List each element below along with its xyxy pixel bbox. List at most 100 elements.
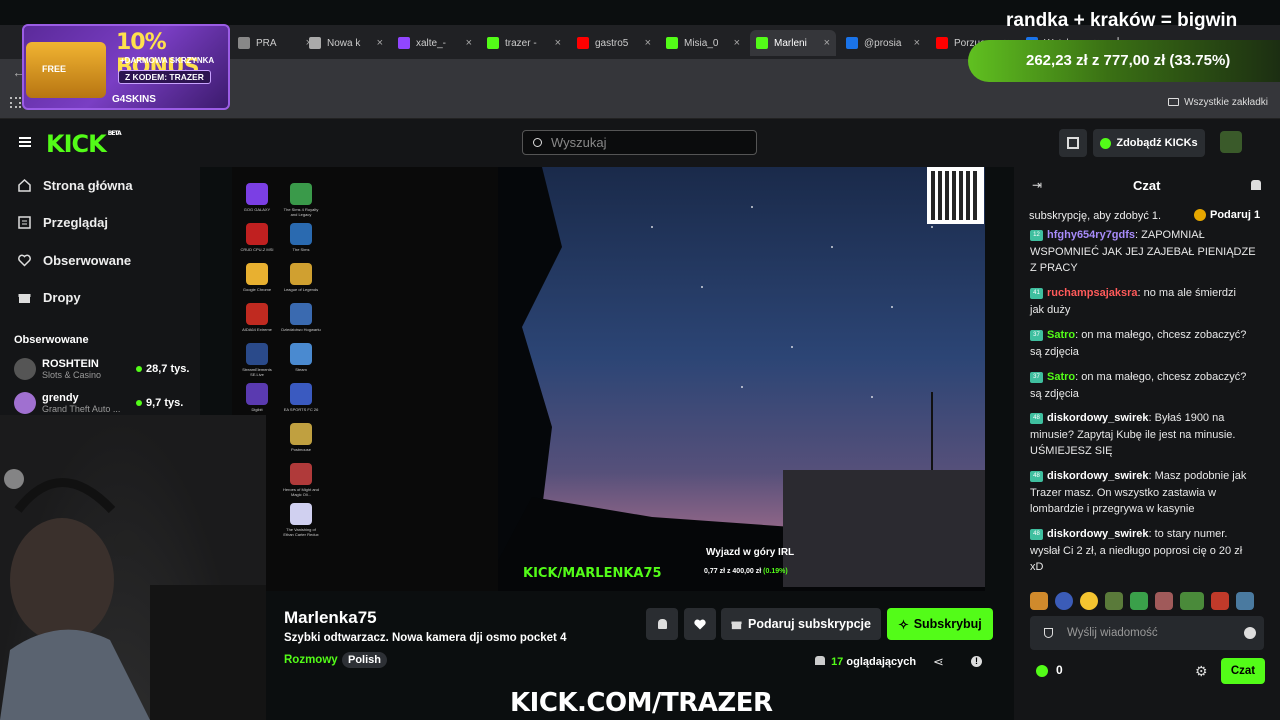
emote-icon[interactable] [1130,592,1148,610]
close-tab-icon[interactable]: × [914,37,920,49]
desktop-app-icon[interactable] [290,303,312,325]
emote-icon[interactable] [1236,592,1254,610]
tab-favicon-icon [309,37,321,49]
chat-message-text: minusie? Zapytaj Kubę ile jest na minusi… [1030,428,1236,441]
desktop-app-label: AIDA64 Extreme [242,327,272,332]
channel-url-overlay: KICK.COM/TRAZER [510,688,773,718]
desktop-app-icon[interactable] [290,423,312,445]
browser-tab[interactable]: trazer - × [481,30,567,56]
menu-icon[interactable] [19,137,31,147]
emote-icon[interactable] [1080,592,1098,610]
close-tab-icon[interactable]: × [377,37,383,49]
sidebar-item-following[interactable]: Obserwowane [18,253,131,268]
tab-favicon-icon [577,37,589,49]
gear-icon[interactable]: ⚙ [1195,663,1208,680]
chat-message-text: xD [1030,561,1044,573]
all-bookmarks-link[interactable]: Wszystkie zakładki [1168,97,1268,108]
desktop-app-icon[interactable] [290,263,312,285]
desktop-app-icon[interactable] [246,343,268,365]
grid-icon[interactable] [1059,129,1087,157]
chat-username[interactable]: diskordowy_swirek [1047,470,1149,482]
share-icon[interactable]: ⋖ [933,654,944,670]
desktop-app-icon[interactable] [290,463,312,485]
emote-icon[interactable] [1180,592,1204,610]
category-link[interactable]: Rozmowy [284,654,338,666]
chat-panel: ⇥ Czat subskrypcję, aby zdobyć 1. Podaru… [1014,167,1280,720]
close-tab-icon[interactable]: × [645,37,651,49]
emote-icon[interactable] [1055,592,1073,610]
desktop-app-icon[interactable] [246,183,268,205]
chat-users-icon[interactable] [1251,180,1261,190]
channel-name[interactable]: Marlenka75 [284,608,377,628]
desktop-app-icon[interactable] [290,223,312,245]
emote-icon[interactable] [1030,592,1048,610]
collapse-chat-icon[interactable]: ⇥ [1032,178,1042,192]
desktop-overlay: GOG GALAXY The Sims 4 Royalty and Legacy C… [232,167,498,591]
browser-tab[interactable]: @prosia × [840,30,926,56]
chat-username[interactable]: ruchampsajaksra [1047,287,1138,299]
close-tab-icon[interactable]: × [555,37,561,49]
sidebar-item-home[interactable]: Strona główna [18,178,133,193]
follow-button[interactable] [684,608,716,640]
subscriber-badge-icon: 37 [1030,371,1043,383]
chat-username[interactable]: diskordowy_swirek [1047,528,1149,540]
get-kicks-button[interactable]: Zdobądź KICKs [1093,129,1205,157]
chat-message-text: UŚMIEJESZ SIĘ [1030,445,1113,457]
gift-subscription-button[interactable]: Podaruj subskrypcje [721,608,881,640]
language-tag[interactable]: Polish [342,652,388,668]
sidebar-item-browse[interactable]: Przeglądaj [18,215,108,230]
donation-goal-text: 262,23 zł z 777,00 zł (33.75%) [1026,52,1231,69]
desktop-app-icon[interactable] [290,383,312,405]
desktop-app-icon[interactable] [246,383,268,405]
channel-points[interactable]: 0 [1036,663,1063,677]
kick-logo[interactable]: KICK BETA [46,130,122,158]
desktop-app-label: GOG GALAXY [243,207,271,212]
chat-username[interactable]: diskordowy_swirek [1047,412,1149,424]
send-chat-button[interactable]: Czat [1221,658,1265,684]
promo-banner[interactable]: 10% BONUS +DARMOWA SKRZYNKA Z KODEM: TRA… [22,24,230,110]
emote-icon[interactable] [1155,592,1173,610]
promo-brand: G4SKINS [112,94,156,105]
apps-grid-icon[interactable] [10,97,21,108]
notification-bell-button[interactable] [646,608,678,640]
chat-message-text: on ma małego, chcesz zobaczyć? [1081,371,1247,383]
subscriber-badge-icon: 48 [1030,412,1043,424]
star-icon: ✧ [898,617,909,632]
close-tab-icon[interactable]: × [824,37,830,49]
close-tab-icon[interactable]: × [734,37,740,49]
search-input[interactable]: Wyszukaj [522,130,757,155]
sidebar-item-drops[interactable]: Dropy [18,290,81,305]
desktop-app-icon[interactable] [246,263,268,285]
browser-tab[interactable]: Nowa k × [303,30,389,56]
subscribe-button[interactable]: ✧ Subskrybuj [887,608,993,640]
chat-message-text: są zdjęcia [1030,387,1079,400]
emote-icon[interactable] [1211,592,1229,610]
browser-tab[interactable]: Marleni × [750,30,836,56]
chat-message: 48 diskordowy_swirek: Masz podobnie jak Tr… [1030,470,1247,515]
pinned-gift-button[interactable]: Podaruj 1 [1194,209,1260,222]
browser-tab[interactable]: Misia_0 × [660,30,746,56]
chat-message: 37 Satro: on ma małego, chcesz zobaczyć? s… [1030,371,1247,400]
desktop-app-label: Digibit [251,407,263,412]
chat-username[interactable]: Satro [1047,329,1075,341]
browser-tab[interactable]: xalte_- × [392,30,478,56]
chat-username[interactable]: Satro [1047,371,1075,383]
chat-message-input[interactable]: Wyślij wiadomość [1030,616,1264,650]
emoji-icon[interactable] [1244,627,1256,639]
stream-goal-title: Wyjazd w góry IRL [706,547,795,558]
desktop-app-icon[interactable] [290,183,312,205]
user-avatar[interactable] [1220,131,1242,153]
desktop-app-icon[interactable] [290,503,312,525]
followed-channel[interactable]: ROSHTEIN Slots & Casino 28,7 tys. [14,358,200,380]
desktop-app-label: EA SPORTS FC 26 [283,407,319,412]
desktop-app-icon[interactable] [246,223,268,245]
browser-tab[interactable]: gastro5 × [571,30,657,56]
gift-icon [18,294,31,303]
followed-channel[interactable]: grendy Grand Theft Auto ... 9,7 tys. [14,392,200,414]
chat-username[interactable]: hfghy654ry7gdfs [1047,229,1135,241]
desktop-app-icon[interactable] [290,343,312,365]
desktop-app-icon[interactable] [246,303,268,325]
emote-icon[interactable] [1105,592,1123,610]
info-icon[interactable]: ! [971,656,982,667]
close-tab-icon[interactable]: × [466,37,472,49]
